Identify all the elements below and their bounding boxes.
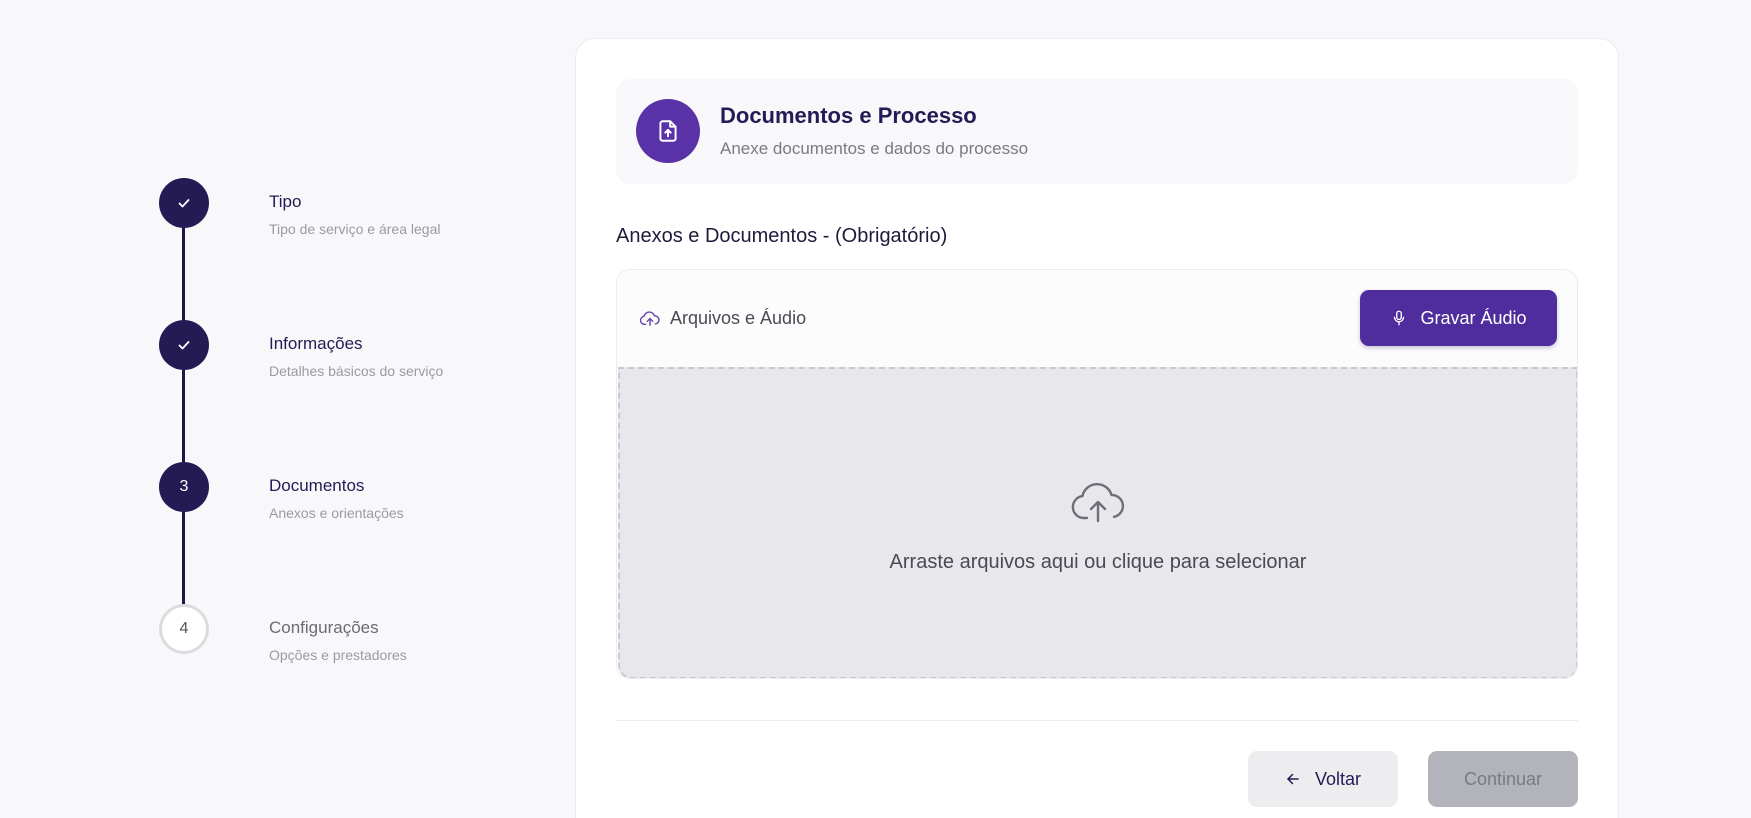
cloud-upload-icon (639, 311, 660, 327)
step-informacoes[interactable]: Informações Detalhes básicos do serviço (159, 320, 539, 379)
record-audio-button[interactable]: Gravar Áudio (1360, 290, 1557, 346)
step-title: Informações (269, 334, 363, 353)
section-title: Documentos e Processo (720, 103, 977, 128)
step-documentos[interactable]: 3 Documentos Anexos e orientações (159, 462, 539, 521)
files-audio-label: Arquivos e Áudio (670, 308, 807, 328)
form-card: Documentos e Processo Anexe documentos e… (575, 38, 1619, 818)
microphone-icon (1394, 310, 1405, 326)
attachments-label: Anexos e Documentos - (Obrigatório) (616, 225, 948, 247)
step-number-marker: 4 (159, 604, 209, 654)
section-subtitle: Anexe documentos e dados do processo (720, 139, 1029, 158)
section-header: Documentos e Processo Anexe documentos e… (616, 79, 1578, 184)
step-complete-marker (159, 320, 209, 370)
step-title: Configurações (269, 618, 379, 637)
step-number-marker: 3 (159, 462, 209, 512)
upload-panel: Arquivos e Áudio Gravar Áudio Arraste ar… (616, 269, 1578, 679)
continue-button[interactable]: Continuar (1428, 751, 1578, 807)
step-title: Tipo (269, 192, 302, 211)
step-complete-marker (159, 178, 209, 228)
step-connector (182, 370, 185, 462)
back-label: Voltar (1314, 768, 1362, 789)
step-subtitle: Opções e prestadores (269, 647, 407, 663)
step-subtitle: Detalhes básicos do serviço (269, 363, 444, 379)
check-icon (178, 199, 190, 208)
step-subtitle: Anexos e orientações (269, 505, 404, 521)
check-icon (178, 341, 190, 350)
progress-stepper: Tipo Tipo de serviço e área legal Inform… (159, 178, 539, 678)
file-dropzone[interactable]: Arraste arquivos aqui ou clique para sel… (618, 367, 1577, 678)
step-connector (182, 228, 185, 320)
footer-divider (616, 720, 1578, 721)
step-connector (182, 512, 185, 604)
step-tipo[interactable]: Tipo Tipo de serviço e área legal (159, 178, 539, 237)
upload-toolbar: Arquivos e Áudio Gravar Áudio (617, 270, 1577, 367)
step-subtitle: Tipo de serviço e área legal (269, 221, 441, 237)
dropzone-text: Arraste arquivos aqui ou clique para sel… (889, 551, 1307, 573)
step-title: Documentos (269, 476, 365, 495)
arrow-left-icon (1287, 773, 1299, 785)
back-button[interactable]: Voltar (1248, 751, 1398, 807)
file-upload-icon (636, 99, 700, 163)
record-audio-label: Gravar Áudio (1420, 307, 1527, 328)
cloud-upload-icon (1071, 482, 1125, 523)
step-configuracoes[interactable]: 4 Configurações Opções e prestadores (159, 604, 539, 663)
